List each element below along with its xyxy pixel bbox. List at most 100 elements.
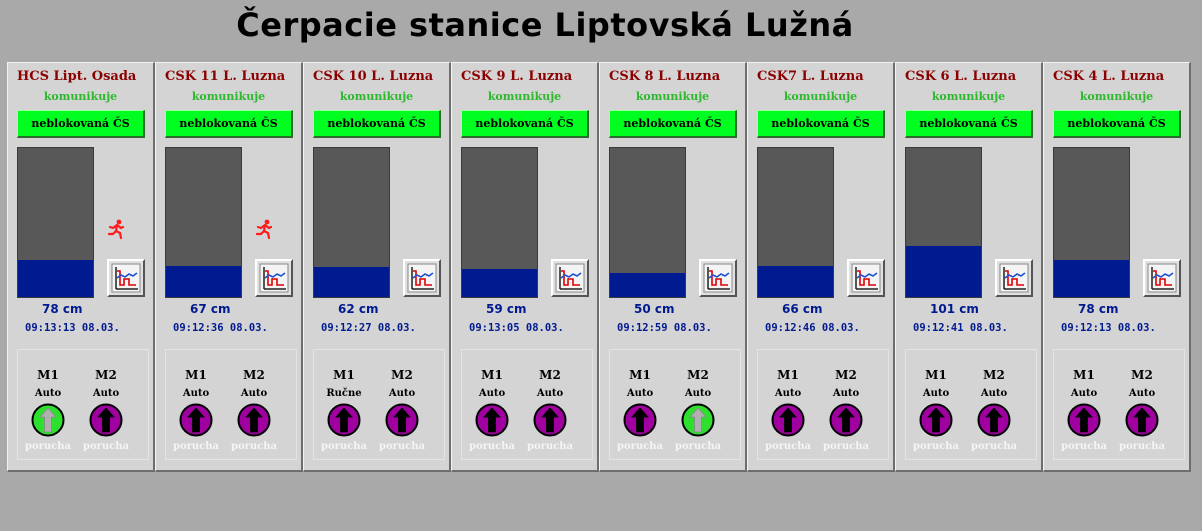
motor-arrow-icon[interactable] <box>475 403 509 437</box>
block-status-button[interactable]: neblokovaná ČS <box>17 110 145 138</box>
motor-arrow-icon[interactable] <box>1125 403 1159 437</box>
trend-chart-button[interactable] <box>1143 259 1181 297</box>
motor-m2: M2 Auto porucha <box>821 350 871 459</box>
motor-mode: Auto <box>536 388 564 399</box>
motor-arrow-icon[interactable] <box>771 403 805 437</box>
station-name[interactable]: CSK 6 L. Luzna <box>905 69 1016 84</box>
station-name[interactable]: CSK 9 L. Luzna <box>461 69 572 84</box>
block-status-button[interactable]: neblokovaná ČS <box>165 110 293 138</box>
motor-arrow-icon[interactable] <box>31 403 65 437</box>
motor-mode: Auto <box>626 388 654 399</box>
motor-fault-label: porucha <box>674 441 722 452</box>
trend-chart-button[interactable] <box>403 259 441 297</box>
motor-mode: Auto <box>832 388 860 399</box>
timestamp: 09:12:27 08.03. <box>321 322 416 334</box>
motor-arrow-icon[interactable] <box>623 403 657 437</box>
level-value: 66 cm <box>782 302 823 316</box>
station-name[interactable]: HCS Lipt. Osada <box>17 69 136 84</box>
trend-chart-icon <box>111 263 141 293</box>
level-tank <box>17 147 94 298</box>
station-name[interactable]: CSK 10 L. Luzna <box>313 69 433 84</box>
block-status-button[interactable]: neblokovaná ČS <box>757 110 885 138</box>
motor-m2: M2 Auto porucha <box>969 350 1019 459</box>
level-fill <box>18 259 93 297</box>
motor-fault-label: porucha <box>468 441 516 452</box>
level-tank <box>757 147 834 298</box>
block-status-button[interactable]: neblokovaná ČS <box>1053 110 1181 138</box>
station-name[interactable]: CSK 8 L. Luzna <box>609 69 720 84</box>
motors-panel: M1 Auto porucha M2 Auto porucha <box>17 349 149 460</box>
trend-chart-button[interactable] <box>255 259 293 297</box>
station-panel-1: HCS Lipt. Osada komunikuje neblokovaná Č… <box>7 62 155 472</box>
trend-chart-button[interactable] <box>107 259 145 297</box>
motors-panel: M1 Auto porucha M2 Auto porucha <box>1053 349 1185 460</box>
motor-mode: Auto <box>92 388 120 399</box>
motor-arrow-icon[interactable] <box>327 403 361 437</box>
motor-m1: M1 Auto porucha <box>911 350 961 459</box>
block-status-button[interactable]: neblokovaná ČS <box>609 110 737 138</box>
timestamp: 09:12:36 08.03. <box>173 322 268 334</box>
station-name[interactable]: CSK7 L. Luzna <box>757 69 864 84</box>
motor-arrow-icon[interactable] <box>179 403 213 437</box>
running-man-icon <box>107 219 125 240</box>
level-fill <box>462 268 537 297</box>
motor-name: M1 <box>481 368 503 382</box>
motor-arrow-icon[interactable] <box>533 403 567 437</box>
motor-name: M1 <box>333 368 355 382</box>
motor-arrow-icon[interactable] <box>977 403 1011 437</box>
motor-name: M2 <box>539 368 561 382</box>
level-fill <box>314 267 389 297</box>
motor-name: M2 <box>983 368 1005 382</box>
motor-name: M2 <box>95 368 117 382</box>
trend-chart-button[interactable] <box>847 259 885 297</box>
motor-name: M2 <box>835 368 857 382</box>
level-fill <box>906 246 981 297</box>
stations-container: HCS Lipt. Osada komunikuje neblokovaná Č… <box>7 62 1202 472</box>
timestamp: 09:12:13 08.03. <box>1061 322 1156 334</box>
motor-name: M1 <box>629 368 651 382</box>
trend-chart-icon <box>407 263 437 293</box>
level-tank <box>313 147 390 298</box>
station-panel-4: CSK 9 L. Luzna komunikuje neblokovaná ČS… <box>451 62 599 472</box>
motor-name: M1 <box>777 368 799 382</box>
station-name[interactable]: CSK 11 L. Luzna <box>165 69 285 84</box>
timestamp: 09:13:13 08.03. <box>25 322 120 334</box>
motor-arrow-icon[interactable] <box>385 403 419 437</box>
level-fill <box>1054 259 1129 297</box>
motor-arrow-icon[interactable] <box>1067 403 1101 437</box>
motor-arrow-icon[interactable] <box>681 403 715 437</box>
motor-m1: M1 Ručne porucha <box>319 350 369 459</box>
trend-chart-button[interactable] <box>551 259 589 297</box>
motor-fault-label: porucha <box>526 441 574 452</box>
block-status-button[interactable]: neblokovaná ČS <box>313 110 441 138</box>
level-tank <box>1053 147 1130 298</box>
motor-name: M2 <box>1131 368 1153 382</box>
motor-fault-label: porucha <box>822 441 870 452</box>
timestamp: 09:12:59 08.03. <box>617 322 712 334</box>
level-fill <box>758 265 833 297</box>
level-value: 101 cm <box>930 302 979 316</box>
motor-mode: Auto <box>922 388 950 399</box>
motor-m2: M2 Auto porucha <box>1117 350 1167 459</box>
motor-arrow-icon[interactable] <box>237 403 271 437</box>
communication-status: komunikuje <box>43 90 118 103</box>
motor-m1: M1 Auto porucha <box>615 350 665 459</box>
motor-name: M1 <box>37 368 59 382</box>
motor-arrow-icon[interactable] <box>829 403 863 437</box>
motor-arrow-icon[interactable] <box>89 403 123 437</box>
station-name[interactable]: CSK 4 L. Luzna <box>1053 69 1164 84</box>
communication-status: komunikuje <box>931 90 1006 103</box>
page-title: Čerpacie stanice Liptovská Lužná <box>236 6 854 44</box>
motor-m2: M2 Auto porucha <box>673 350 723 459</box>
block-status-button[interactable]: neblokovaná ČS <box>461 110 589 138</box>
motor-m1: M1 Auto porucha <box>171 350 221 459</box>
trend-chart-button[interactable] <box>699 259 737 297</box>
motors-panel: M1 Auto porucha M2 Auto porucha <box>609 349 741 460</box>
station-panel-8: CSK 4 L. Luzna komunikuje neblokovaná ČS… <box>1043 62 1191 472</box>
motors-panel: M1 Ručne porucha M2 Auto porucha <box>313 349 445 460</box>
motor-mode: Auto <box>1070 388 1098 399</box>
motors-panel: M1 Auto porucha M2 Auto porucha <box>905 349 1037 460</box>
trend-chart-button[interactable] <box>995 259 1033 297</box>
block-status-button[interactable]: neblokovaná ČS <box>905 110 1033 138</box>
motor-arrow-icon[interactable] <box>919 403 953 437</box>
